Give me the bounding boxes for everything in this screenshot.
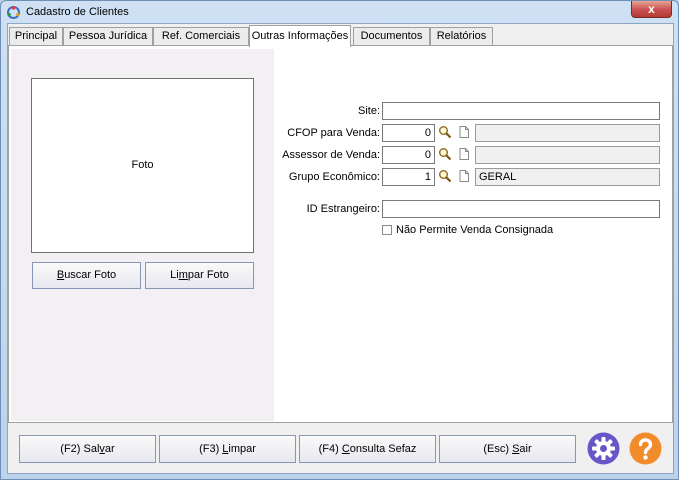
tab-relatorios[interactable]: Relatórios bbox=[430, 27, 493, 46]
tab-pessoa-juridica[interactable]: Pessoa Jurídica bbox=[63, 27, 153, 46]
tab-panel: Foto Buscar Foto Limpar Foto Site: CFOP … bbox=[8, 45, 673, 423]
tab-ref-comerciais[interactable]: Ref. Comerciais bbox=[153, 27, 249, 46]
buscar-foto-button[interactable]: Buscar Foto bbox=[32, 262, 141, 289]
grupo-description: GERAL bbox=[475, 168, 660, 186]
footer-bar: (F2) Salvar (F3) Limpar (F4) Consulta Se… bbox=[8, 423, 673, 473]
grupo-input[interactable]: 1 bbox=[382, 168, 435, 186]
cfop-search-icon[interactable] bbox=[438, 125, 452, 139]
sair-button[interactable]: (Esc) Sair bbox=[439, 435, 576, 463]
window: Cadastro de Clientes x Principal Pessoa … bbox=[0, 0, 679, 480]
salvar-button[interactable]: (F2) Salvar bbox=[19, 435, 156, 463]
photo-label: Foto bbox=[131, 159, 154, 171]
close-button[interactable]: x bbox=[631, 1, 672, 18]
limpar-foto-button[interactable]: Limpar Foto bbox=[145, 262, 254, 289]
grupo-label: Grupo Econômico: bbox=[288, 171, 380, 183]
salvar-label-pre: (F2) Sal bbox=[60, 443, 100, 455]
limpar-foto-label: par Foto bbox=[187, 269, 229, 281]
tab-principal[interactable]: Principal bbox=[9, 27, 63, 46]
cfop-input[interactable]: 0 bbox=[382, 124, 435, 142]
cfop-document-icon[interactable] bbox=[457, 125, 471, 139]
site-label: Site: bbox=[357, 105, 380, 117]
limpar-foto-label-pre: Li bbox=[170, 269, 179, 281]
grupo-document-icon[interactable] bbox=[457, 169, 471, 183]
app-icon bbox=[7, 6, 20, 19]
cfop-description bbox=[475, 124, 660, 142]
id-estrangeiro-label: ID Estrangeiro: bbox=[306, 203, 380, 215]
sefaz-label-pre: (F4) bbox=[318, 443, 342, 455]
tab-documentos[interactable]: Documentos bbox=[353, 27, 430, 46]
assessor-label: Assessor de Venda: bbox=[282, 149, 380, 161]
help-icon[interactable] bbox=[629, 432, 662, 465]
title-bar: Cadastro de Clientes x bbox=[1, 1, 678, 23]
window-title: Cadastro de Clientes bbox=[26, 6, 129, 18]
consulta-sefaz-button[interactable]: (F4) Consulta Sefaz bbox=[299, 435, 436, 463]
assessor-description bbox=[475, 146, 660, 164]
limpar-label: impar bbox=[228, 443, 256, 455]
photo-frame[interactable]: Foto bbox=[31, 78, 254, 253]
client-area: Principal Pessoa Jurídica Ref. Comerciai… bbox=[7, 23, 674, 474]
gear-icon[interactable] bbox=[587, 432, 620, 465]
grupo-search-icon[interactable] bbox=[438, 169, 452, 183]
sair-label-pre: (Esc) bbox=[483, 443, 513, 455]
sefaz-label: onsulta Sefaz bbox=[349, 443, 417, 455]
assessor-search-icon[interactable] bbox=[438, 147, 452, 161]
assessor-input[interactable]: 0 bbox=[382, 146, 435, 164]
assessor-document-icon[interactable] bbox=[457, 147, 471, 161]
photo-section: Foto Buscar Foto Limpar Foto bbox=[11, 49, 274, 421]
salvar-label: ar bbox=[104, 443, 115, 455]
limpar-label-pre: (F3) bbox=[199, 443, 223, 455]
consignada-checkbox[interactable] bbox=[382, 225, 392, 235]
cfop-label: CFOP para Venda: bbox=[287, 127, 380, 139]
id-estrangeiro-input[interactable] bbox=[382, 200, 660, 218]
sair-label: air bbox=[519, 443, 532, 455]
sefaz-mnemonic: C bbox=[341, 443, 350, 455]
site-input[interactable] bbox=[382, 102, 660, 120]
tab-outras-informacoes[interactable]: Outras Informações bbox=[249, 25, 351, 47]
buscar-foto-label: uscar Foto bbox=[64, 269, 117, 281]
limpar-button[interactable]: (F3) Limpar bbox=[159, 435, 296, 463]
consignada-label: Não Permite Venda Consignada bbox=[396, 224, 554, 236]
limpar-foto-mnemonic: m bbox=[178, 269, 188, 281]
